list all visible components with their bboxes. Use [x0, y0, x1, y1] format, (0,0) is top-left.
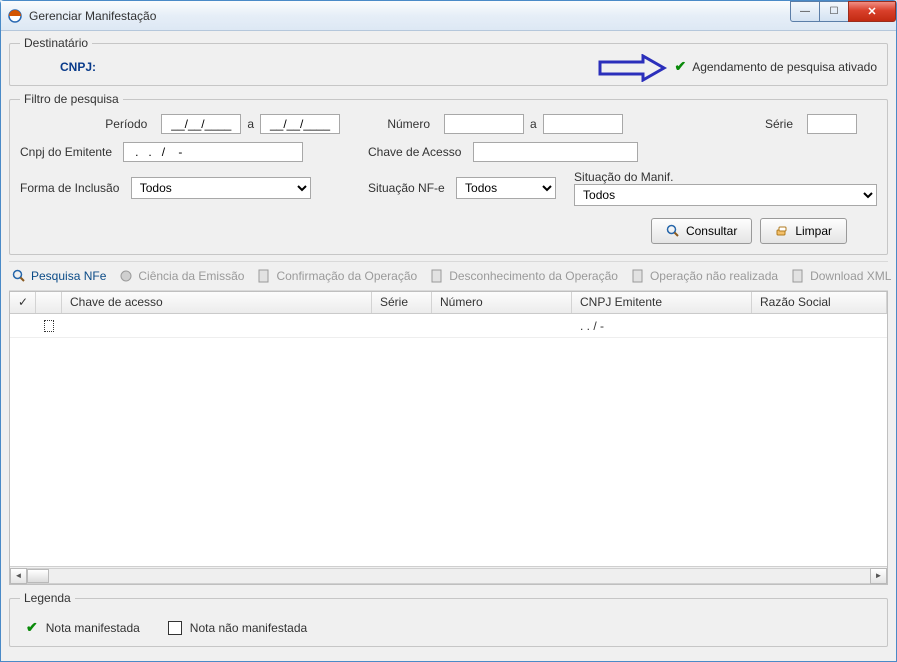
ciencia-emissao-label: Ciência da Emissão — [138, 269, 244, 283]
scroll-thumb[interactable] — [27, 569, 49, 583]
window-title: Gerenciar Manifestação — [29, 9, 156, 23]
filtro-group: Filtro de pesquisa Período a Número a Sé… — [9, 92, 888, 255]
actions-toolbar: Pesquisa NFe Ciência da Emissão Confirma… — [9, 261, 888, 291]
chave-acesso-label: Chave de Acesso — [368, 145, 469, 159]
destinatario-group: Destinatário CNPJ: ✔ Agendamento de pesq… — [9, 36, 888, 86]
col-razao-social[interactable]: Razão Social — [752, 292, 887, 313]
empty-box-icon — [168, 621, 182, 635]
numero-sep: a — [530, 117, 537, 131]
table-row[interactable]: . . / - — [10, 314, 887, 338]
check-icon: ✔ — [26, 619, 38, 636]
document-check-icon — [256, 268, 272, 284]
download-xml-action[interactable]: Download XML ▼ — [790, 268, 897, 284]
close-button[interactable]: ✕ — [848, 1, 896, 22]
consultar-button[interactable]: Consultar — [651, 218, 752, 244]
window-controls: — ☐ ✕ — [791, 1, 896, 23]
checkbox-icon[interactable] — [44, 320, 54, 332]
cnpj-emitente-input[interactable] — [123, 142, 303, 162]
limpar-label: Limpar — [795, 224, 832, 238]
cell-razao-social — [752, 324, 887, 328]
app-window: Gerenciar Manifestação — ☐ ✕ Destinatári… — [0, 0, 897, 662]
col-check[interactable]: ✓ — [10, 292, 36, 313]
grid-header: ✓ Chave de acesso Série Número CNPJ Emit… — [10, 292, 887, 314]
scroll-track[interactable] — [27, 568, 870, 584]
app-icon — [7, 8, 23, 24]
agendamento-toggle[interactable]: ✔ Agendamento de pesquisa ativado — [674, 58, 877, 75]
consultar-label: Consultar — [686, 224, 737, 238]
limpar-button[interactable]: Limpar — [760, 218, 847, 244]
arrow-callout-icon — [598, 54, 668, 82]
maximize-button[interactable]: ☐ — [819, 1, 849, 22]
periodo-to-input[interactable] — [260, 114, 340, 134]
document-question-icon — [429, 268, 445, 284]
search-icon — [11, 268, 27, 284]
pesquisa-nfe-label: Pesquisa NFe — [31, 269, 106, 283]
col-serie[interactable]: Série — [372, 292, 432, 313]
eraser-icon — [775, 224, 789, 238]
cell-numero — [432, 324, 572, 328]
grid-body[interactable]: . . / - — [10, 314, 887, 566]
numero-label: Número — [368, 117, 438, 131]
situacao-manif-label: Situação do Manif. — [574, 170, 681, 184]
ciencia-emissao-action[interactable]: Ciência da Emissão — [118, 268, 244, 284]
forma-inclusao-select[interactable]: Todos — [131, 177, 311, 199]
pesquisa-nfe-action[interactable]: Pesquisa NFe — [11, 268, 106, 284]
cnpj-emitente-label: Cnpj do Emitente — [20, 145, 120, 159]
confirmacao-label: Confirmação da Operação — [276, 269, 417, 283]
maximize-icon: ☐ — [830, 6, 839, 17]
cell-cnpj-emitente: . . / - — [572, 317, 752, 335]
chave-acesso-input[interactable] — [473, 142, 638, 162]
legend-nao-manifestada: Nota não manifestada — [168, 621, 307, 635]
globe-icon — [118, 268, 134, 284]
content-area: Destinatário CNPJ: ✔ Agendamento de pesq… — [1, 31, 896, 661]
col-blank — [36, 292, 62, 313]
close-icon: ✕ — [867, 5, 876, 18]
col-cnpj-emitente[interactable]: CNPJ Emitente — [572, 292, 752, 313]
numero-from-input[interactable] — [444, 114, 524, 134]
cell-chave — [62, 324, 372, 328]
minimize-button[interactable]: — — [790, 1, 820, 22]
legenda-group: Legenda ✔ Nota manifestada Nota não mani… — [9, 591, 888, 647]
scroll-right-button[interactable]: ► — [870, 568, 887, 584]
legend-manifestada-label: Nota manifestada — [46, 621, 140, 635]
agendamento-label: Agendamento de pesquisa ativado — [692, 60, 877, 74]
legend-nao-manifestada-label: Nota não manifestada — [190, 621, 307, 635]
destinatario-legend: Destinatário — [20, 36, 92, 50]
minimize-icon: — — [800, 6, 810, 17]
row-checkbox-cell[interactable] — [36, 318, 62, 334]
scroll-left-button[interactable]: ◄ — [10, 568, 27, 584]
confirmacao-action[interactable]: Confirmação da Operação — [256, 268, 417, 284]
situacao-nfe-select[interactable]: Todos — [456, 177, 556, 199]
situacao-nfe-label: Situação NF-e — [368, 181, 453, 195]
legend-manifestada: ✔ Nota manifestada — [26, 619, 140, 636]
nao-realizada-label: Operação não realizada — [650, 269, 778, 283]
cell-serie — [372, 324, 432, 328]
periodo-sep: a — [247, 117, 254, 131]
situacao-manif-select[interactable]: Todos — [574, 184, 877, 206]
row-indicator — [10, 324, 36, 328]
check-icon: ✔ — [674, 58, 686, 75]
nao-realizada-action[interactable]: Operação não realizada — [630, 268, 778, 284]
desconhecimento-action[interactable]: Desconhecimento da Operação — [429, 268, 618, 284]
cnpj-label: CNPJ: — [60, 60, 96, 74]
document-x-icon — [630, 268, 646, 284]
serie-label: Série — [765, 117, 801, 131]
legenda-title: Legenda — [20, 591, 75, 605]
col-chave[interactable]: Chave de acesso — [62, 292, 372, 313]
download-icon — [790, 268, 806, 284]
horizontal-scrollbar[interactable]: ◄ ► — [10, 566, 887, 584]
periodo-label: Período — [45, 117, 155, 131]
serie-input[interactable] — [807, 114, 857, 134]
numero-to-input[interactable] — [543, 114, 623, 134]
forma-inclusao-label: Forma de Inclusão — [20, 181, 127, 195]
search-icon — [666, 224, 680, 238]
desconhecimento-label: Desconhecimento da Operação — [449, 269, 618, 283]
results-grid: ✓ Chave de acesso Série Número CNPJ Emit… — [9, 291, 888, 585]
download-xml-label: Download XML — [810, 269, 891, 283]
periodo-from-input[interactable] — [161, 114, 241, 134]
title-bar[interactable]: Gerenciar Manifestação — ☐ ✕ — [1, 1, 896, 31]
col-numero[interactable]: Número — [432, 292, 572, 313]
filtro-legend: Filtro de pesquisa — [20, 92, 123, 106]
